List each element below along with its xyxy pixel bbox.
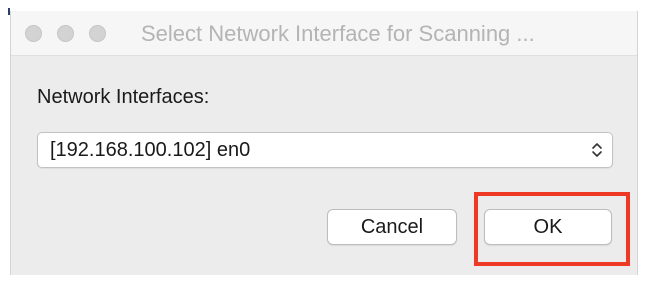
cancel-button[interactable]: Cancel <box>327 209 457 245</box>
network-interface-select[interactable]: [192.168.100.102] en0 <box>37 132 613 168</box>
network-interfaces-label: Network Interfaces: <box>37 86 210 108</box>
zoom-icon[interactable] <box>89 25 106 42</box>
minimize-icon[interactable] <box>57 25 74 42</box>
close-icon[interactable] <box>25 25 42 42</box>
window-title: Select Network Interface for Scanning ..… <box>141 21 535 46</box>
updown-chevron-icon <box>592 143 602 157</box>
title-bar: Select Network Interface for Scanning ..… <box>11 11 637 56</box>
selected-interface-value: [192.168.100.102] en0 <box>50 139 251 161</box>
ok-highlight-box <box>474 192 630 266</box>
